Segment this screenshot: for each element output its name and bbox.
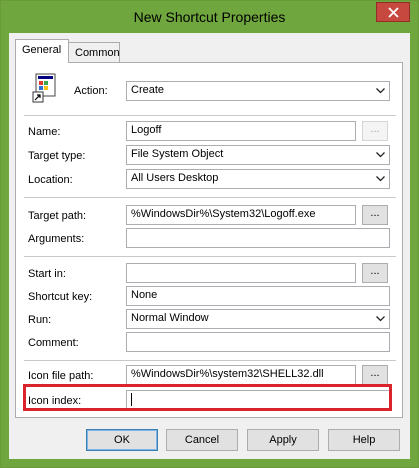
cancel-button[interactable]: Cancel — [166, 429, 238, 451]
arguments-field[interactable] — [126, 228, 390, 248]
help-button[interactable]: Help — [328, 429, 400, 451]
chevron-down-icon — [376, 152, 385, 158]
name-field[interactable]: Logoff — [126, 121, 356, 141]
start-in-label: Start in: — [28, 268, 66, 280]
ok-button[interactable]: OK — [86, 429, 158, 451]
tab-common[interactable]: Common — [68, 42, 120, 64]
chevron-down-icon — [376, 316, 385, 322]
icon-file-path-browse-button[interactable]: ... — [362, 365, 388, 385]
target-type-select[interactable]: File System Object — [126, 145, 390, 165]
separator — [24, 360, 396, 361]
general-tab-panel: Action: Create Name: Logoff ... Target t… — [15, 62, 403, 418]
separator — [24, 115, 396, 116]
close-button[interactable] — [376, 2, 410, 22]
window-frame-left — [1, 33, 9, 461]
icon-file-path-label: Icon file path: — [28, 370, 94, 382]
target-path-label: Target path: — [28, 210, 87, 222]
close-icon — [388, 7, 399, 18]
tab-common-label: Common — [75, 47, 120, 59]
name-browse-button[interactable]: ... — [362, 121, 388, 141]
shortcut-key-field[interactable]: None — [126, 286, 390, 306]
target-path-browse-button[interactable]: ... — [362, 205, 388, 225]
shortcut-key-label: Shortcut key: — [28, 291, 93, 303]
arguments-label: Arguments: — [28, 233, 85, 245]
separator — [24, 256, 396, 257]
name-label: Name: — [28, 126, 61, 138]
start-in-browse-button[interactable]: ... — [362, 263, 388, 283]
action-select-value: Create — [131, 84, 165, 96]
start-in-field[interactable] — [126, 263, 356, 283]
window-title: New Shortcut Properties — [133, 9, 286, 25]
title-bar[interactable]: New Shortcut Properties — [1, 1, 418, 33]
run-value: Normal Window — [131, 312, 209, 324]
shortcut-icon — [32, 73, 60, 103]
icon-file-path-field[interactable]: %WindowsDir%\system32\SHELL32.dll — [126, 365, 356, 385]
comment-label: Comment: — [28, 337, 79, 349]
comment-field[interactable] — [126, 332, 390, 352]
window-frame-bottom — [1, 459, 418, 467]
window-frame-right — [410, 33, 418, 461]
chevron-down-icon — [376, 88, 385, 94]
chevron-down-icon — [376, 176, 385, 182]
apply-button[interactable]: Apply — [247, 429, 319, 451]
run-select[interactable]: Normal Window — [126, 309, 390, 329]
target-type-label: Target type: — [28, 150, 86, 162]
icon-index-highlight — [23, 384, 392, 411]
run-label: Run: — [28, 314, 52, 326]
location-select[interactable]: All Users Desktop — [126, 169, 390, 189]
location-value: All Users Desktop — [131, 172, 219, 184]
dialog-window: New Shortcut Properties General Common A… — [0, 0, 419, 468]
target-path-field[interactable]: %WindowsDir%\System32\Logoff.exe — [126, 205, 356, 225]
location-label: Location: — [28, 174, 73, 186]
separator — [24, 197, 396, 198]
target-type-value: File System Object — [131, 148, 224, 160]
action-label: Action: — [74, 85, 108, 97]
tab-general-label: General — [22, 44, 62, 56]
tab-general[interactable]: General — [15, 39, 69, 63]
action-select[interactable]: Create — [126, 81, 390, 101]
